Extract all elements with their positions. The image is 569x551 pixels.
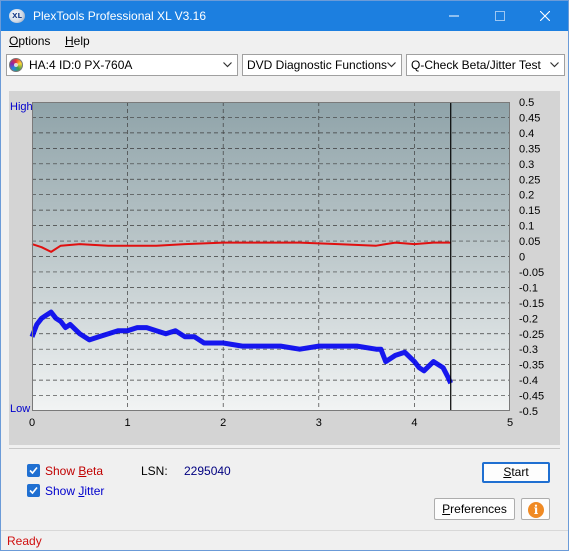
y-tick-label: -0.1 [519,282,538,294]
lsn-value: 2295040 [184,464,231,478]
y-tick-label: 0.15 [519,205,540,217]
y-tick-label: 0.3 [519,159,534,171]
show-jitter-checkbox[interactable] [27,484,40,497]
x-tick-label: 4 [411,417,417,429]
y-tick-label: 0.05 [519,236,540,248]
y-tick-label: -0.25 [519,329,544,341]
y-tick-label: -0.05 [519,267,544,279]
close-button[interactable] [522,1,568,31]
menu-help-label: elp [73,34,90,48]
y-tick-label: 0.35 [519,143,540,155]
preferences-button[interactable]: Preferences [434,498,515,520]
chevron-down-icon [387,62,396,68]
checkmark-icon [29,466,38,475]
show-beta-label-before: Show [45,464,79,478]
menu-options-mnemonic: O [9,34,19,48]
y-tick-label: -0.15 [519,298,544,310]
test-select[interactable]: Q-Check Beta/Jitter Test [406,54,565,76]
show-beta-checkbox[interactable] [27,464,40,477]
y-tick-label: 0.4 [519,128,534,140]
drive-select[interactable]: HA:4 ID:0 PX-760A [6,54,238,76]
x-tick-label: 0 [29,417,35,429]
test-select-value: Q-Check Beta/Jitter Test [411,58,541,72]
menu-options-label: ptions [18,34,51,48]
app-window: XL PlexTools Professional XL V3.16 Optio… [0,0,569,551]
status-bar: Ready [1,530,568,550]
toolbar: HA:4 ID:0 PX-760A DVD Diagnostic Functio… [1,53,568,79]
preferences-mnemonic: P [442,502,451,516]
axis-high-label: High [10,101,33,113]
show-jitter-label[interactable]: Show Jitter [45,484,104,498]
info-button[interactable]: i [521,498,550,520]
checkmark-icon [29,486,38,495]
minimize-button[interactable] [431,1,477,31]
function-select-value: DVD Diagnostic Functions [247,58,388,72]
maximize-icon [495,11,505,21]
y-tick-label: -0.5 [519,406,538,418]
maximize-button[interactable] [477,1,523,31]
minimize-icon [449,15,459,17]
drive-disc-icon [9,58,23,72]
beta-jitter-chart: 0.5 0.45 0.4 0.35 0.3 0.25 0.2 0.15 0.1 0.05 0 -0.0… [10,97,544,429]
drive-select-value: HA:4 ID:0 PX-760A [29,58,133,72]
lsn-label: LSN: [141,464,168,478]
title-bar[interactable]: XL PlexTools Professional XL V3.16 [1,1,568,31]
window-title: PlexTools Professional XL V3.16 [33,9,206,23]
chevron-down-icon [550,62,559,68]
x-tick-label: 2 [220,417,226,429]
chevron-down-icon [223,62,232,68]
show-beta-label-after: eta [86,464,104,478]
preferences-button-label: references [450,502,507,516]
y-tick-label: 0.5 [519,97,534,109]
show-jitter-label-after: itter [84,484,105,498]
start-button-label: tart [511,465,529,479]
y-tick-label: 0.1 [519,221,534,233]
separator [9,448,560,449]
chart-panel: 0.5 0.45 0.4 0.35 0.3 0.25 0.2 0.15 0.1 0.05 0 -0.0… [9,91,560,445]
menu-bar: Options Help [1,31,568,52]
menu-help-mnemonic: H [65,34,74,48]
x-tick-label: 5 [507,417,513,429]
y-tick-label: 0 [519,252,525,264]
axis-low-label: Low [10,403,30,415]
menu-options[interactable]: Options [9,34,50,48]
status-text: Ready [7,534,42,548]
start-button[interactable]: Start [482,462,550,483]
info-icon: i [528,502,544,518]
y-tick-label: -0.45 [519,391,544,403]
show-jitter-label-before: Show [45,484,79,498]
y-tick-label: -0.2 [519,313,538,325]
show-beta-label[interactable]: Show Beta [45,464,103,478]
plextools-logo-icon: XL [9,9,25,23]
menu-help[interactable]: Help [65,34,90,48]
x-tick-label: 1 [125,417,131,429]
x-tick-label: 3 [316,417,322,429]
y-tick-label: -0.4 [519,375,538,387]
y-tick-label: 0.25 [519,174,540,186]
y-tick-label: 0.45 [519,112,540,124]
close-icon [540,11,550,21]
y-tick-label: -0.3 [519,344,538,356]
y-tick-label: 0.2 [519,190,534,202]
y-tick-label: -0.35 [519,360,544,372]
function-select[interactable]: DVD Diagnostic Functions [242,54,402,76]
